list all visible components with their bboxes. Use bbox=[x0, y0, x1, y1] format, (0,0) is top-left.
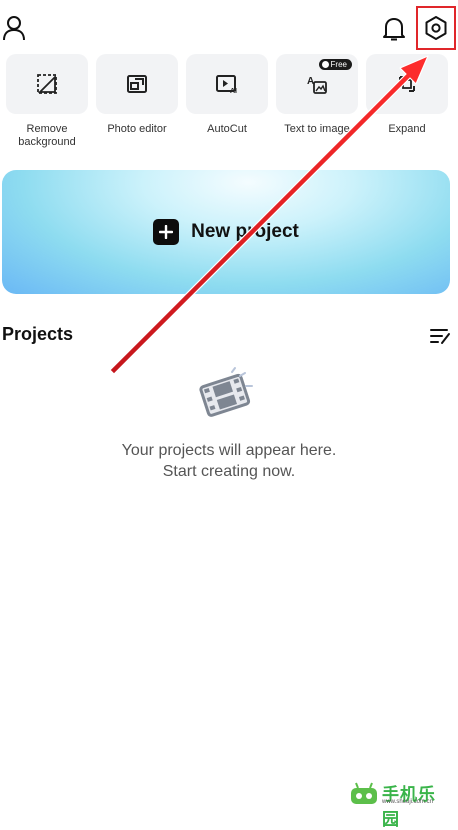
tool-expand[interactable]: Expand bbox=[366, 54, 448, 136]
bell-icon bbox=[383, 18, 405, 41]
new-project-label: New project bbox=[191, 221, 299, 242]
text-to-image-icon: A bbox=[307, 76, 327, 94]
empty-line-2: Start creating now. bbox=[162, 463, 296, 480]
projects-title: Projects bbox=[2, 324, 74, 344]
tool-tile[interactable] bbox=[6, 54, 88, 114]
person-icon bbox=[3, 16, 25, 41]
remove-background-icon bbox=[37, 74, 57, 94]
tool-label: AutoCut bbox=[207, 123, 247, 135]
plus-icon bbox=[153, 219, 180, 245]
empty-line-1: Your projects will appear here. bbox=[121, 442, 337, 459]
expand-icon bbox=[399, 76, 415, 92]
tool-tile[interactable] bbox=[366, 54, 448, 114]
tool-label: Expand bbox=[388, 123, 426, 135]
tool-tile[interactable]: AI bbox=[186, 54, 268, 114]
tool-text-to-image[interactable]: Free A Text to image bbox=[276, 54, 358, 136]
watermark-logo-icon bbox=[351, 782, 377, 804]
new-project-button[interactable]: New project bbox=[2, 170, 450, 294]
watermark: 手机乐园 www.shouji.com.cn bbox=[348, 780, 448, 829]
svg-text:AI: AI bbox=[230, 88, 237, 95]
empty-state-text: Your projects will appear here. Start cr… bbox=[0, 440, 458, 482]
sort-icon bbox=[430, 329, 450, 344]
settings-button[interactable] bbox=[416, 6, 456, 50]
free-badge: Free bbox=[318, 59, 352, 70]
tool-autocut[interactable]: AI AutoCut bbox=[186, 54, 268, 136]
tool-tile[interactable]: Free A bbox=[276, 54, 358, 114]
profile-button[interactable] bbox=[0, 12, 28, 44]
watermark-url: www.shouji.com.cn bbox=[382, 799, 434, 805]
tool-tile[interactable] bbox=[96, 54, 178, 114]
photo-editor-icon bbox=[127, 75, 147, 93]
watermark-text: 手机乐园 bbox=[382, 785, 436, 829]
tool-label: Text to image bbox=[284, 123, 350, 135]
projects-header: Projects bbox=[2, 324, 452, 348]
tools-row: Remove background Photo editor AI AutoCu… bbox=[0, 54, 458, 154]
tool-label: Remove background bbox=[18, 123, 76, 148]
top-bar bbox=[0, 0, 458, 56]
film-strip-icon bbox=[199, 367, 253, 417]
settings-hexagon-icon bbox=[425, 16, 447, 40]
tool-remove-background[interactable]: Remove background bbox=[6, 54, 88, 149]
notifications-button[interactable] bbox=[380, 14, 408, 44]
sort-button[interactable] bbox=[428, 324, 452, 348]
tool-label: Photo editor bbox=[107, 123, 167, 135]
tool-photo-editor[interactable]: Photo editor bbox=[96, 54, 178, 136]
autocut-icon: AI bbox=[216, 75, 237, 95]
